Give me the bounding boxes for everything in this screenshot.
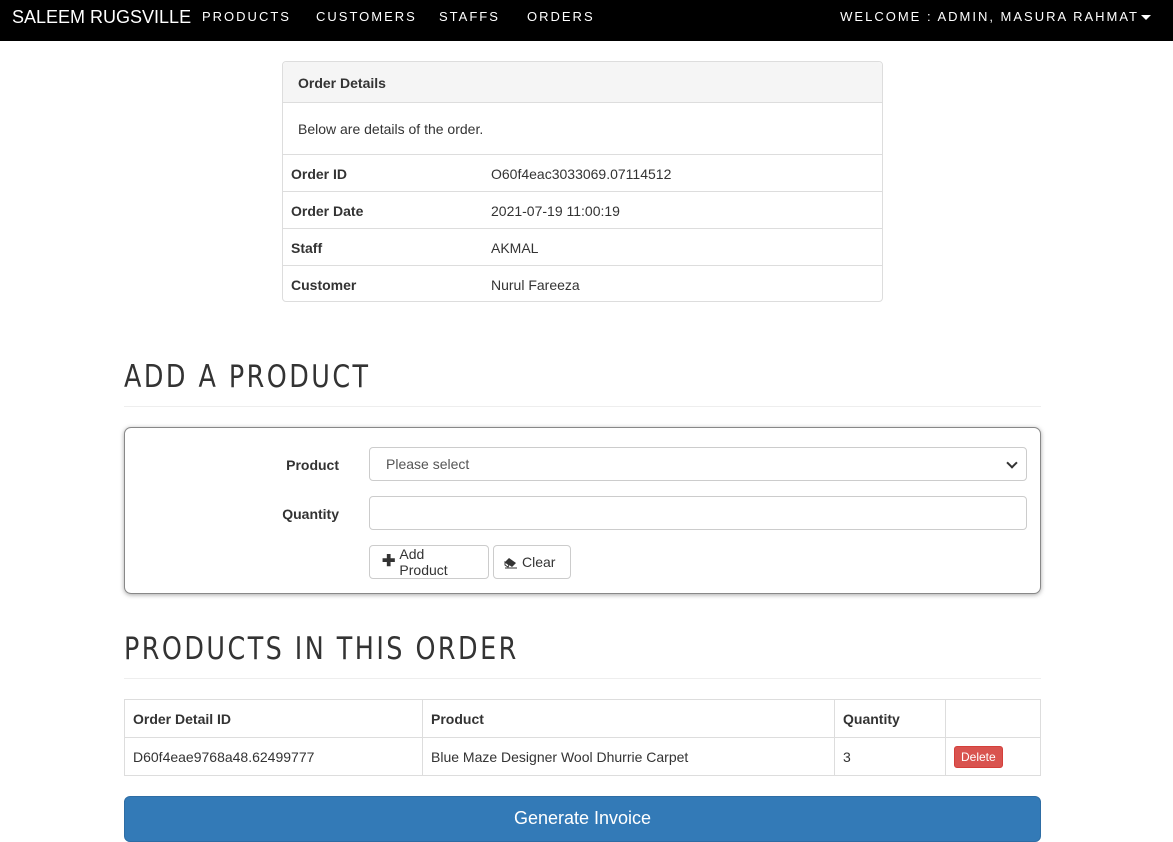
top-navbar: SALEEM RUGSVILLE PRODUCTS CUSTOMERS STAF… <box>0 0 1173 41</box>
products-in-order-title: PRODUCTS IN THIS ORDER <box>124 631 519 667</box>
plus-icon: ✚ <box>382 553 396 570</box>
clear-label: Clear <box>522 554 556 570</box>
table-header-row: Order Detail ID Product Quantity <box>124 699 1041 738</box>
product-select[interactable]: Please select <box>369 447 1027 481</box>
brand-logo[interactable]: SALEEM RUGSVILLE <box>12 7 191 28</box>
column-header-quantity: Quantity <box>834 699 946 738</box>
section-divider <box>124 678 1041 679</box>
cell-product: Blue Maze Designer Wool Dhurrie Carpet <box>422 737 835 776</box>
detail-row-order-date: Order Date 2021-07-19 11:00:19 <box>283 191 882 228</box>
add-product-label: Add Product <box>399 546 448 578</box>
panel-heading: Order Details <box>283 62 882 103</box>
product-label: Product <box>286 457 339 473</box>
add-product-button[interactable]: ✚ Add Product <box>369 545 489 579</box>
column-header-order-detail-id: Order Detail ID <box>124 699 423 738</box>
nav-products[interactable]: PRODUCTS <box>202 9 291 24</box>
detail-label: Customer <box>291 277 357 293</box>
detail-value: AKMAL <box>491 240 539 256</box>
cell-quantity: 3 <box>834 737 946 776</box>
add-product-title: ADD A PRODUCT <box>124 359 371 395</box>
column-header-product: Product <box>422 699 835 738</box>
column-header-action <box>945 699 1041 738</box>
chevron-down-icon <box>1006 457 1018 469</box>
nav-staffs[interactable]: STAFFS <box>439 9 500 24</box>
section-divider <box>124 406 1041 407</box>
cell-action: Delete <box>945 737 1041 776</box>
detail-value: 2021-07-19 11:00:19 <box>491 203 620 219</box>
delete-button[interactable]: Delete <box>954 745 1003 768</box>
caret-down-icon[interactable] <box>1141 15 1151 20</box>
user-menu[interactable]: WELCOME : ADMIN, MASURA RAHMAT <box>840 9 1139 24</box>
eraser-icon <box>504 556 518 569</box>
cell-order-detail-id: D60f4eae9768a48.62499777 <box>124 737 423 776</box>
add-product-form: Product Please select Quantity ✚ Add Pro… <box>124 427 1041 594</box>
clear-button[interactable]: Clear <box>493 545 571 579</box>
panel-description: Below are details of the order. <box>298 121 484 137</box>
table-row: D60f4eae9768a48.62499777 Blue Maze Desig… <box>124 737 1041 776</box>
generate-invoice-button[interactable]: Generate Invoice <box>124 796 1041 842</box>
detail-row-staff: Staff AKMAL <box>283 228 882 265</box>
nav-orders[interactable]: ORDERS <box>527 9 595 24</box>
nav-customers[interactable]: CUSTOMERS <box>316 9 417 24</box>
quantity-input[interactable] <box>369 496 1027 530</box>
detail-label: Order Date <box>291 203 364 219</box>
detail-row-customer: Customer Nurul Fareeza <box>283 265 882 302</box>
order-details-panel: Order Details Below are details of the o… <box>282 61 883 302</box>
detail-label: Staff <box>291 240 323 256</box>
detail-value: Nurul Fareeza <box>491 277 580 293</box>
product-select-value: Please select <box>386 456 470 472</box>
detail-row-order-id: Order ID O60f4eac3033069.07114512 <box>283 154 882 191</box>
products-table: Order Detail ID Product Quantity D60f4ea… <box>124 699 1041 776</box>
detail-value: O60f4eac3033069.07114512 <box>491 166 672 182</box>
detail-label: Order ID <box>291 166 348 182</box>
quantity-label: Quantity <box>282 506 339 522</box>
